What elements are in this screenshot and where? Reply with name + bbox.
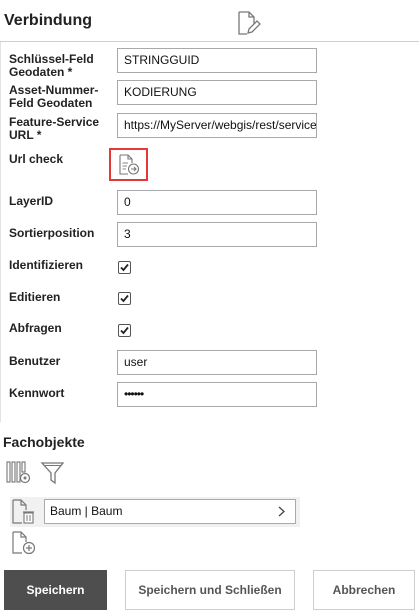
page-title: Verbindung xyxy=(4,12,92,29)
layerid-input[interactable]: 0 xyxy=(117,190,317,215)
document-add-icon[interactable] xyxy=(11,530,37,559)
edit-label: Editieren xyxy=(9,290,61,304)
list-item[interactable]: Baum | Baum xyxy=(44,499,296,524)
columns-settings-icon[interactable] xyxy=(6,460,32,489)
service-url-input[interactable]: https://MyServer/webgis/rest/services xyxy=(117,113,317,138)
fachobjekte-title: Fachobjekte xyxy=(3,434,85,450)
password-label: Kennwort xyxy=(9,386,65,400)
save-button[interactable]: Speichern xyxy=(4,570,107,610)
document-check-icon xyxy=(119,154,140,175)
save-and-close-button[interactable]: Speichern und Schließen xyxy=(125,570,295,610)
identify-checkbox[interactable] xyxy=(118,261,131,274)
dialog-header: Verbindung xyxy=(0,0,419,42)
identify-label: Identifizieren xyxy=(9,258,84,272)
asset-field-label: Asset-Nummer-Feld Geodaten xyxy=(9,83,99,110)
checkmark-icon xyxy=(120,263,129,272)
edit-checkbox[interactable] xyxy=(118,292,131,305)
document-delete-icon[interactable] xyxy=(11,498,37,529)
user-input[interactable]: user xyxy=(117,350,317,375)
url-check-label: Url check xyxy=(9,152,64,166)
asset-field-input[interactable]: KODIERUNG xyxy=(117,80,317,105)
checkmark-icon xyxy=(120,294,129,303)
password-input[interactable]: •••••• xyxy=(117,382,317,407)
document-edit-icon[interactable] xyxy=(234,9,262,37)
sort-position-input[interactable]: 3 xyxy=(117,222,317,247)
checkmark-icon xyxy=(120,326,129,335)
fachobjekt-label: Baum | Baum xyxy=(50,504,123,518)
sort-position-label: Sortierposition xyxy=(9,226,95,240)
layerid-label: LayerID xyxy=(9,194,54,208)
form-border xyxy=(0,42,1,422)
service-url-label: Feature-Service URL * xyxy=(9,115,100,142)
filter-icon[interactable] xyxy=(40,460,66,489)
url-check-button[interactable] xyxy=(109,148,148,181)
user-label: Benutzer xyxy=(9,354,61,368)
key-field-input[interactable]: STRINGGUID xyxy=(117,48,317,73)
cancel-button[interactable]: Abbrechen xyxy=(313,570,415,610)
chevron-right-icon[interactable] xyxy=(276,500,286,531)
query-checkbox[interactable] xyxy=(118,324,131,337)
query-label: Abfragen xyxy=(9,321,62,335)
key-field-label: Schlüssel-Feld Geodaten * xyxy=(9,52,94,79)
